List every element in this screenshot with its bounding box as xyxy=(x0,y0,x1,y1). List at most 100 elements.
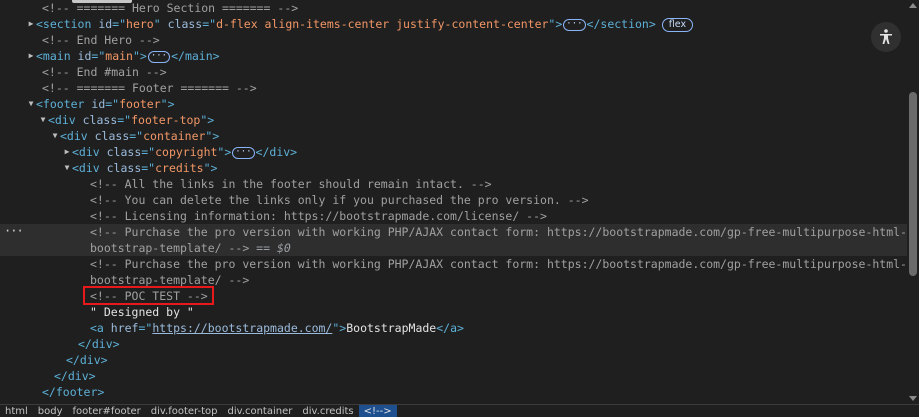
code-token: class xyxy=(82,113,118,127)
code-token: <footer xyxy=(36,97,92,111)
code-token: "> xyxy=(332,321,347,335)
dom-node-line[interactable]: ▶ <section id="hero" class="d-flex align-… xyxy=(0,16,907,32)
scroll-down-arrow-icon[interactable] xyxy=(909,396,917,401)
code-token: <!-- All the links in the footer should … xyxy=(90,177,492,191)
vertical-scrollbar[interactable] xyxy=(907,0,919,404)
code-token: credits xyxy=(155,161,204,175)
breadcrumb-item[interactable]: div.container xyxy=(223,405,298,417)
code-token: "> xyxy=(217,145,232,159)
breadcrumb-item[interactable]: html xyxy=(0,405,33,417)
code-token: class xyxy=(106,145,142,159)
dom-node-line[interactable]: <!-- ======= Footer ======= --> xyxy=(0,80,907,96)
dom-node-line[interactable]: </div> xyxy=(0,352,907,368)
scrollbar-thumb[interactable] xyxy=(909,92,917,276)
dom-node-line[interactable]: ▶ <main id="main"> ··· </main> xyxy=(0,48,907,64)
code-token: "> xyxy=(160,97,175,111)
code-token: "> xyxy=(200,113,215,127)
code-token: "> xyxy=(132,49,147,63)
breadcrumb-item[interactable]: footer#footer xyxy=(68,405,146,417)
code-token: </div> xyxy=(66,353,108,367)
dom-node-line[interactable]: ▶ <div class="copyright"> ··· </div> xyxy=(0,144,907,160)
code-token: </div> xyxy=(54,369,96,383)
dom-node-line[interactable]: <!-- Purchase the pro version with worki… xyxy=(0,224,907,240)
collapse-arrow-icon[interactable]: ▼ xyxy=(38,112,48,128)
dom-node-line[interactable]: </div> xyxy=(0,368,907,384)
code-token: =" xyxy=(129,129,144,143)
code-token: <div xyxy=(48,113,83,127)
code-token: =" xyxy=(112,17,127,31)
code-token: <div xyxy=(60,129,95,143)
scroll-up-arrow-icon[interactable] xyxy=(909,3,917,8)
code-token: =" xyxy=(202,17,217,31)
code-token: <!-- End Hero --> xyxy=(42,33,160,47)
collapse-arrow-icon[interactable]: ▼ xyxy=(26,96,36,112)
code-token: </div> xyxy=(255,145,298,159)
dom-breadcrumb-bar: html body footer#footer div.footer-top div.c… xyxy=(0,404,919,417)
dom-node-line[interactable]: bootstrap-template/ --> == $0 xyxy=(0,240,907,256)
code-token: "> xyxy=(548,17,563,31)
code-token: bootstrap-template/ --> xyxy=(90,273,250,287)
dom-node-line[interactable]: <a href="https://bootstrapmade.com/">Boo… xyxy=(0,320,907,336)
dom-node-line[interactable]: </footer> xyxy=(0,384,907,400)
code-token: footer xyxy=(119,97,161,111)
dom-node-line[interactable]: ▼ <div class="footer-top"> xyxy=(0,112,907,128)
dom-node-line[interactable]: <!-- End #main --> xyxy=(0,64,907,80)
dom-node-line[interactable]: " Designed by " xyxy=(0,304,907,320)
code-token: main xyxy=(105,49,133,63)
code-token: =" xyxy=(138,321,153,335)
highlight-box xyxy=(83,286,214,305)
code-token: </section> xyxy=(586,17,656,31)
dom-node-line[interactable]: <!-- You can delete the links only if yo… xyxy=(0,192,907,208)
expand-ellipsis-button[interactable]: ··· xyxy=(147,50,171,63)
expand-arrow-icon[interactable]: ▶ xyxy=(26,48,36,64)
code-token: </main> xyxy=(171,49,220,63)
code-token: class xyxy=(106,161,142,175)
expand-ellipsis-button[interactable]: ··· xyxy=(563,18,586,31)
elements-tree[interactable]: <!-- ======= Hero Section ======= --> ▶ <s… xyxy=(0,0,907,404)
code-token: d-flex align-items-center justify-conten… xyxy=(216,17,549,31)
code-token: </footer> xyxy=(42,385,105,399)
code-token: <div xyxy=(72,161,107,175)
code-token: hero xyxy=(126,17,154,31)
dom-node-line[interactable]: ▼ <footer id="footer"> xyxy=(0,96,907,112)
dom-node-line[interactable]: </div> xyxy=(0,336,907,352)
dom-node-line[interactable]: <!-- ======= Hero Section ======= --> xyxy=(0,0,907,16)
dom-node-line[interactable]: <!-- Purchase the pro version with worki… xyxy=(0,256,907,272)
code-token[interactable]: https://bootstrapmade.com/ xyxy=(152,321,332,335)
dom-node-line[interactable]: ▼ <div class="container"> xyxy=(0,128,907,144)
expand-ellipsis-button[interactable]: ··· xyxy=(232,146,255,159)
dom-node-line[interactable]: ▼ <div class="credits"> xyxy=(0,160,907,176)
flex-badge[interactable]: flex xyxy=(661,17,694,32)
expand-arrow-icon[interactable]: ▶ xyxy=(26,16,36,32)
dom-node-line[interactable]: <!-- Licensing information: https://boot… xyxy=(0,208,907,224)
code-token: == $0 xyxy=(249,241,291,255)
accessibility-icon xyxy=(880,29,892,44)
breadcrumb-item[interactable]: div.credits xyxy=(297,405,358,417)
collapse-arrow-icon[interactable]: ▼ xyxy=(50,128,60,144)
collapse-arrow-icon[interactable]: ▼ xyxy=(62,160,72,176)
node-options-icon[interactable]: ··· xyxy=(4,225,24,237)
code-token: =" xyxy=(141,161,156,175)
code-token: <a xyxy=(90,321,111,335)
breadcrumb-item[interactable]: div.footer-top xyxy=(146,405,223,417)
expand-arrow-icon[interactable]: ▶ xyxy=(62,144,72,160)
code-token: <!-- Purchase the pro version with worki… xyxy=(90,257,907,271)
code-token: "> xyxy=(205,129,220,143)
accessibility-button[interactable] xyxy=(871,22,901,52)
code-token: container xyxy=(143,129,206,143)
breadcrumb-item[interactable]: body xyxy=(33,405,68,417)
code-token: <!-- Purchase the pro version with worki… xyxy=(90,225,907,239)
code-token: " xyxy=(153,17,168,31)
code-token: <!-- End #main --> xyxy=(42,65,167,79)
code-token: <!-- Licensing information: https://boot… xyxy=(90,209,547,223)
code-token: id xyxy=(77,49,92,63)
breadcrumb-item[interactable]: <!--> xyxy=(358,405,397,417)
code-token: =" xyxy=(105,97,120,111)
code-token: =" xyxy=(141,145,156,159)
dom-node-line[interactable]: <!-- End Hero --> xyxy=(0,32,907,48)
code-token: <!-- You can delete the links only if yo… xyxy=(90,193,589,207)
dom-node-line[interactable]: <!-- All the links in the footer should … xyxy=(0,176,907,192)
code-token: </a> xyxy=(436,321,464,335)
code-token: copyright xyxy=(155,145,218,159)
code-token: </div> xyxy=(78,337,120,351)
